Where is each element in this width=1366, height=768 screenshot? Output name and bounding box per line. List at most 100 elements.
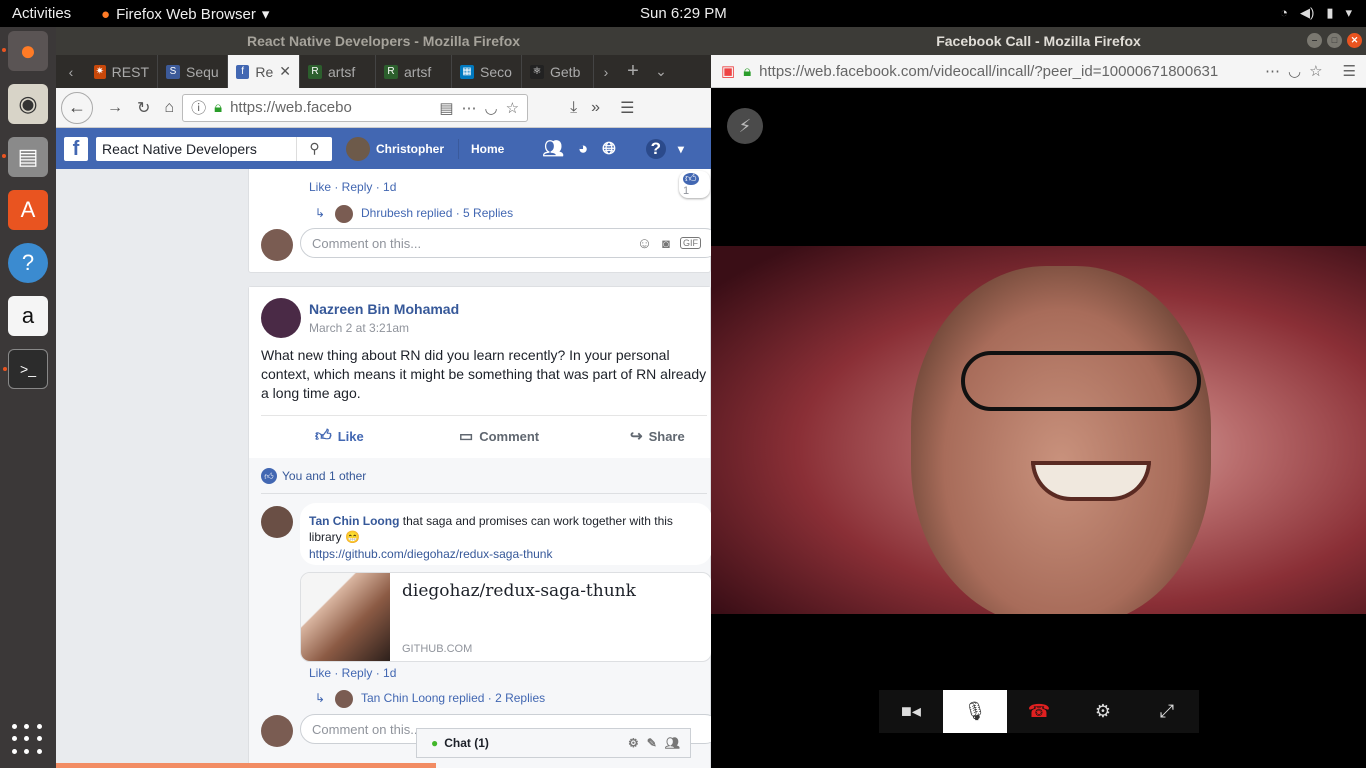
home-button[interactable]: ⌂	[164, 99, 174, 117]
camera-icon[interactable]: ◙	[662, 236, 670, 251]
tab-sequelize[interactable]: S Sequ	[158, 55, 228, 88]
amazon-launcher[interactable]: a	[8, 296, 48, 336]
reaction-text: You and 1 other	[282, 469, 367, 483]
messenger-icon[interactable]: ◕	[578, 139, 588, 159]
online-dot-icon: ●	[431, 736, 439, 750]
tab-scroll-right[interactable]: ›	[594, 64, 618, 80]
chat-sidebar-toggle[interactable]: ● Chat (1) ⚙ ✎ 👥︎	[416, 728, 691, 758]
comment-input[interactable]: Comment on this... ☺ ◙ GIF	[300, 228, 711, 258]
reader-icon[interactable]: ▤	[439, 99, 453, 117]
account-menu-icon[interactable]: ▾	[678, 142, 684, 156]
avatar	[335, 690, 353, 708]
menu-button[interactable]: ☰	[620, 98, 634, 118]
pocket-icon[interactable]: ◡	[1288, 62, 1301, 80]
firefox-icon: ●	[101, 5, 111, 23]
close-button[interactable]: ✕	[1347, 33, 1362, 48]
comment-author[interactable]: Tan Chin Loong	[309, 514, 399, 528]
comment-actions[interactable]: Like · Reply · 1d	[309, 666, 396, 680]
tab-list-button[interactable]: ⌄	[648, 63, 674, 80]
profile-link[interactable]: Christopher	[376, 142, 444, 156]
tab-seco[interactable]: ▦ Seco	[452, 55, 522, 88]
camera-permission-icon[interactable]: ▣	[721, 62, 735, 80]
gear-icon[interactable]: ⚙	[628, 736, 639, 750]
terminal-launcher[interactable]: >_	[3, 349, 48, 389]
view-replies-link[interactable]: Dhrubesh replied · 5 Replies	[361, 206, 513, 220]
downloads-button[interactable]: ⤓	[570, 99, 577, 117]
software-launcher[interactable]: A	[8, 190, 48, 230]
gif-icon[interactable]: GIF	[680, 237, 701, 249]
expand-icon: ⤢	[1159, 701, 1175, 721]
share-button[interactable]: ↪ Share	[630, 427, 685, 445]
facebook-search[interactable]: React Native Developers ⚲	[96, 136, 332, 161]
avatar[interactable]	[261, 506, 293, 538]
reload-button[interactable]: ↻	[137, 98, 150, 118]
url-bar[interactable]: ▣ 🔒︎ https://web.facebook.com/videocall/in…	[711, 55, 1366, 88]
comment-button[interactable]: ▭ Comment	[459, 427, 539, 445]
like-button[interactable]: 👍︎ Like	[315, 427, 364, 446]
url-bar[interactable]: ⓘ 🔒︎ https://web.facebo ▤ ⋯ ◡ ☆	[182, 93, 529, 122]
more-icon[interactable]: ⋯	[1265, 62, 1280, 80]
bookmark-star-icon[interactable]: ☆	[1309, 62, 1322, 80]
tab-getb[interactable]: ⚛ Getb	[522, 55, 594, 88]
close-icon[interactable]: ✕	[279, 63, 291, 80]
forward-button[interactable]: →	[107, 99, 123, 117]
minimize-button[interactable]: –	[1307, 33, 1322, 48]
system-tray[interactable]: ◔ ◀) ▮ ▾	[1280, 5, 1352, 21]
help-launcher[interactable]: ?	[8, 243, 48, 283]
tab-bar: ‹ ✷ REST S Sequ f Re ✕ Rartsf Rartsf ▦ Seco ⚛…	[56, 55, 711, 88]
video-face	[911, 266, 1211, 614]
home-link[interactable]: Home	[471, 142, 504, 156]
fullscreen-button[interactable]: ⤢	[1135, 690, 1199, 733]
end-call-button[interactable]: ☎︎	[1007, 690, 1071, 733]
avatar[interactable]	[261, 298, 301, 338]
tab-rest[interactable]: ✷ REST	[86, 55, 158, 88]
news-feed: Like · Reply · 1d 👍︎ 1 ↳ Dhrubesh replie…	[248, 169, 711, 768]
view-replies-link[interactable]: Tan Chin Loong replied · 2 Replies	[361, 691, 545, 705]
help-icon[interactable]: ?	[645, 138, 666, 159]
firefox-launcher[interactable]: ●	[2, 31, 48, 71]
like-reaction-badge[interactable]: 👍︎ 1	[679, 171, 710, 198]
back-button[interactable]: ←	[61, 91, 93, 124]
settings-button[interactable]: ⚙	[1071, 690, 1135, 733]
app-menu[interactable]: ● Firefox Web Browser ▾	[101, 5, 270, 24]
link-preview[interactable]: diegohaz/redux-saga-thunk GITHUB.COM	[300, 572, 711, 662]
tab-react-native[interactable]: f Re ✕	[228, 55, 300, 88]
compose-icon[interactable]: ✎	[647, 736, 657, 750]
notifications-icon[interactable]: 🌐︎	[602, 139, 616, 159]
files-launcher[interactable]: ▤	[2, 137, 48, 177]
new-tab-button[interactable]: +	[618, 60, 648, 83]
avatar[interactable]	[346, 136, 370, 161]
post-timestamp[interactable]: March 2 at 3:21am	[309, 321, 409, 335]
chat-label: Chat (1)	[444, 736, 489, 750]
comment-actions[interactable]: Like · Reply · 1d	[309, 180, 396, 194]
app-menu-label: Firefox Web Browser	[116, 5, 256, 23]
avatar	[261, 715, 293, 747]
group-icon[interactable]: 👥︎	[665, 736, 680, 750]
chevron-down-icon: ▾	[1345, 5, 1352, 20]
facebook-logo[interactable]: f	[64, 136, 88, 161]
emoji-icon[interactable]: ☺	[637, 235, 652, 252]
more-icon[interactable]: ⋯	[462, 99, 477, 117]
hang-up-icon: ☎︎	[1027, 701, 1051, 721]
rhythmbox-launcher[interactable]: ◉	[8, 84, 48, 124]
reaction-summary[interactable]: 👍︎ You and 1 other	[261, 468, 366, 484]
comment-link[interactable]: https://github.com/diegohaz/redux-saga-t…	[309, 547, 552, 561]
video-toggle-button[interactable]: ■◂	[879, 690, 943, 733]
post-author[interactable]: Nazreen Bin Mohamad	[309, 301, 459, 317]
chevron-down-icon: ▾	[261, 6, 270, 23]
friends-icon[interactable]: 👥︎	[542, 139, 564, 159]
clock[interactable]: Sun 6:29 PM	[640, 5, 727, 22]
tab-artsf-2[interactable]: Rartsf	[376, 55, 452, 88]
activities-button[interactable]: Activities	[12, 5, 71, 22]
overflow-button[interactable]: »	[591, 99, 600, 117]
tab-label: Seco	[480, 63, 512, 80]
bookmark-star-icon[interactable]: ☆	[506, 99, 519, 117]
mute-button[interactable]: 🎙︎	[943, 690, 1007, 733]
menu-button[interactable]: ☰	[1343, 62, 1356, 80]
show-applications-button[interactable]	[12, 724, 44, 756]
tab-scroll-left[interactable]: ‹	[56, 64, 86, 80]
maximize-button[interactable]: □	[1327, 33, 1342, 48]
search-icon[interactable]: ⚲	[296, 136, 332, 161]
pocket-icon[interactable]: ◡	[485, 99, 498, 117]
tab-artsf-1[interactable]: Rartsf	[300, 55, 376, 88]
